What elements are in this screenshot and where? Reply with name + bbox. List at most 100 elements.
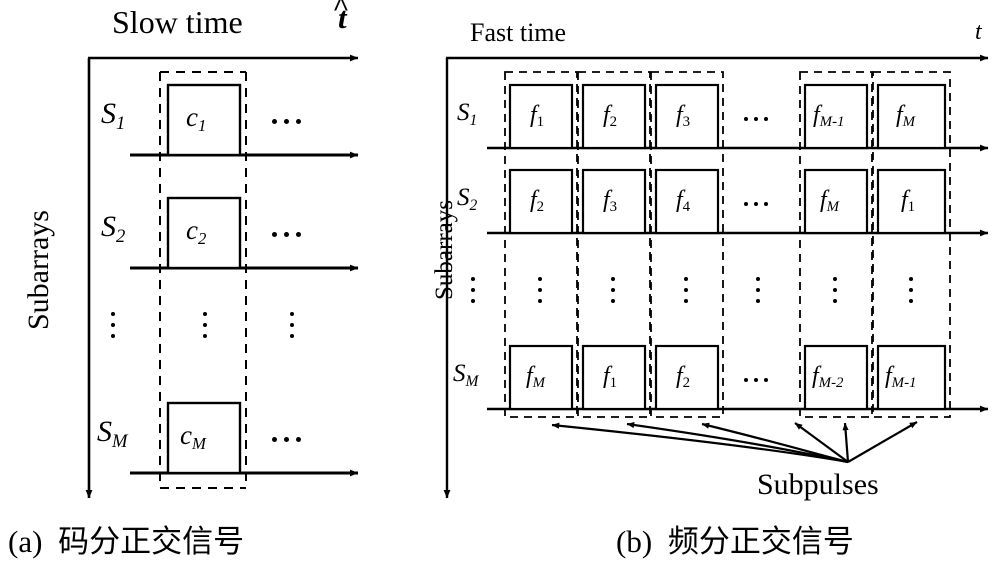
panel-b-row-label-1-base: S — [457, 99, 470, 126]
panel-a-row-label-4: SM — [97, 415, 128, 451]
panel-b-cell-r3c1: fM — [526, 363, 546, 392]
panel-a-xaxis-accent: ^ — [332, 0, 350, 24]
panel-a-row-baselines — [130, 151, 359, 477]
panel-a-row-label-2: S2 — [101, 210, 125, 246]
panel-b-row-label-1: S1 — [457, 99, 477, 128]
panel-b-row-label-1-sub: 1 — [469, 111, 478, 129]
panel-b-cell-r3c2-sub: 1 — [609, 375, 618, 392]
panel-a-pulse-label-1-sub: 1 — [197, 116, 207, 136]
panel-a-yaxis-label: Subarrays — [22, 210, 55, 330]
panel-b-row-label-2-sub: 2 — [469, 196, 478, 214]
panel-b-boxes-row3 — [508, 344, 947, 411]
panel-b-vdots-c5 — [909, 277, 913, 303]
subpulses-annotation-label: Subpulses — [757, 468, 879, 501]
panel-a-vdots-mid — [203, 312, 207, 338]
panel-b-cell-r3c5-base: f — [885, 363, 892, 389]
panel-a-pulses — [166, 83, 242, 475]
panel-b-row-label-3-sub: M — [465, 372, 479, 390]
panel-b-caption: (b) 频分正交信号 — [616, 516, 854, 561]
panel-a-ellipsis-row4 — [272, 437, 301, 442]
panel-b-cell-r3c2: f1 — [603, 364, 618, 392]
panel-b-ellipsis-row2 — [744, 202, 768, 206]
panel-b-vdots-label — [471, 277, 475, 303]
panel-b-ellipsis-row1 — [744, 117, 768, 121]
panel-b-cell-r3c5-sub: M-1 — [891, 375, 917, 392]
subpulse-arrow-3 — [701, 422, 849, 464]
panel-b-cell-r3c4-base: f — [812, 363, 819, 389]
panel-a-pulse-label-4: cM — [180, 420, 206, 452]
panel-b-vdots-gap — [756, 277, 760, 303]
panel-a-xaxis-label: Slow time — [112, 4, 243, 40]
panel-b-cell-r3c3-base: f — [676, 363, 683, 389]
panel-b-cell-r3c3-sub: 2 — [682, 375, 691, 392]
panel-a-row-label-1: S1 — [101, 97, 125, 133]
panel-b-vdots-c4 — [833, 277, 837, 303]
panel-b-cell-r3c4-sub: M-2 — [818, 375, 844, 392]
panel-b-cell-r1c3-base: f — [676, 102, 683, 128]
panel-b-cell-r2c3-base: f — [676, 187, 683, 213]
panel-b-cell-r2c3-sub: 4 — [682, 199, 691, 216]
panel-b-cell-r3c1-sub: M — [532, 375, 546, 392]
panel-b-cell-r1c1: f1 — [530, 102, 544, 130]
panel-a-pulse-label-1: c1 — [186, 104, 206, 134]
panel-b-cell-r2c1-sub: 2 — [536, 199, 545, 216]
panel-b-boxes-row2 — [508, 168, 947, 235]
panel-b-xaxis-label: Fast time — [470, 18, 567, 47]
panel-b-cell-r1c1-base: f — [530, 102, 537, 128]
panel-b-subpulse-arrows — [551, 421, 918, 464]
panel-b-cell-r3c3: f2 — [676, 363, 691, 392]
panel-b-cell-r1c5-sub: M — [902, 114, 916, 131]
panel-b-cell-r1c3: f3 — [676, 102, 691, 131]
panel-b-cell-r1c2-sub: 2 — [609, 114, 618, 131]
panel-a-pulse-label-2-base: c — [186, 215, 198, 245]
panel-b-boxes-row1 — [508, 83, 947, 150]
panel-b-cell-r1c2: f2 — [603, 102, 618, 131]
figure-root: Slow time ^ t Subarrays S1 S2 SM c1 c2 c… — [0, 0, 1000, 563]
panel-b-ellipsis-row3 — [744, 378, 768, 382]
panel-b-cell-r2c3: f4 — [676, 187, 691, 216]
panel-b-cell-r1c3-sub: 3 — [682, 114, 691, 131]
panel-a-ellipsis-row2 — [272, 232, 301, 237]
panel-b-cell-r1c5-base: f — [896, 102, 903, 128]
subpulse-arrow-5 — [842, 422, 850, 463]
panel-a-caption-text: 码分正交信号 — [58, 524, 245, 560]
panel-a-caption: (a) 码分正交信号 — [8, 516, 244, 561]
panel-b-row-label-2: S2 — [457, 184, 477, 213]
panel-a-vdots-left — [111, 312, 115, 338]
panel-b-cell-r2c1-base: f — [530, 187, 537, 213]
panel-b-cell-r2c4: fM — [820, 187, 839, 215]
panel-a-pulse-label-2: c2 — [186, 215, 206, 247]
panel-b-cell-r2c5: f1 — [901, 188, 916, 216]
panel-a-row-label-1-base: S — [101, 97, 116, 130]
panel-b-cell-r2c1: f2 — [530, 187, 545, 216]
panel-b-cell-r2c2: f3 — [603, 187, 618, 216]
panel-b-vdots-c3 — [684, 277, 688, 303]
panel-b-cell-r1c4-base: f — [813, 102, 820, 128]
panel-b-row-label-3: SM — [453, 360, 478, 389]
panel-b-cell-r1c4: fM-1 — [813, 102, 845, 131]
subpulse-arrow-6 — [847, 421, 918, 463]
panel-b-row-label-3-base: S — [453, 360, 466, 387]
panel-a-row-label-1-sub: 1 — [116, 112, 126, 134]
panel-b-vdots-c2 — [611, 277, 615, 303]
panel-a-row-label-2-sub: 2 — [116, 225, 126, 247]
panel-b-cell-r2c2-base: f — [603, 187, 610, 213]
panel-a-row-label-4-sub: M — [112, 430, 128, 452]
panel-b-cell-r3c1-base: f — [526, 363, 533, 389]
panel-b-cell-r1c4-sub: M-1 — [819, 114, 845, 131]
panel-a-xaxis-symbol: ^ t — [332, 0, 349, 33]
subpulse-arrow-2 — [626, 421, 849, 464]
panel-b-cell-r2c5-sub: 1 — [907, 199, 916, 216]
panel-b-cell-r2c2-sub: 3 — [609, 199, 618, 216]
panel-b-row-label-2-base: S — [457, 184, 470, 211]
panel-b-cell-r3c4: fM-2 — [812, 363, 844, 392]
panel-b-cell-r3c5: fM-1 — [885, 363, 917, 392]
panel-b-cell-r1c5: fM — [896, 102, 916, 131]
panel-a-pulse-label-4-base: c — [180, 420, 192, 450]
panel-a-ellipsis-row1 — [272, 119, 301, 124]
panel-a-pulse-label-4-sub: M — [191, 434, 206, 454]
panel-b-cell-r1c2-base: f — [603, 102, 610, 128]
panel-b-cell-r2c4-base: f — [820, 187, 827, 213]
panel-a-row-label-4-base: S — [97, 415, 112, 448]
panel-a-row-label-2-base: S — [101, 210, 116, 243]
